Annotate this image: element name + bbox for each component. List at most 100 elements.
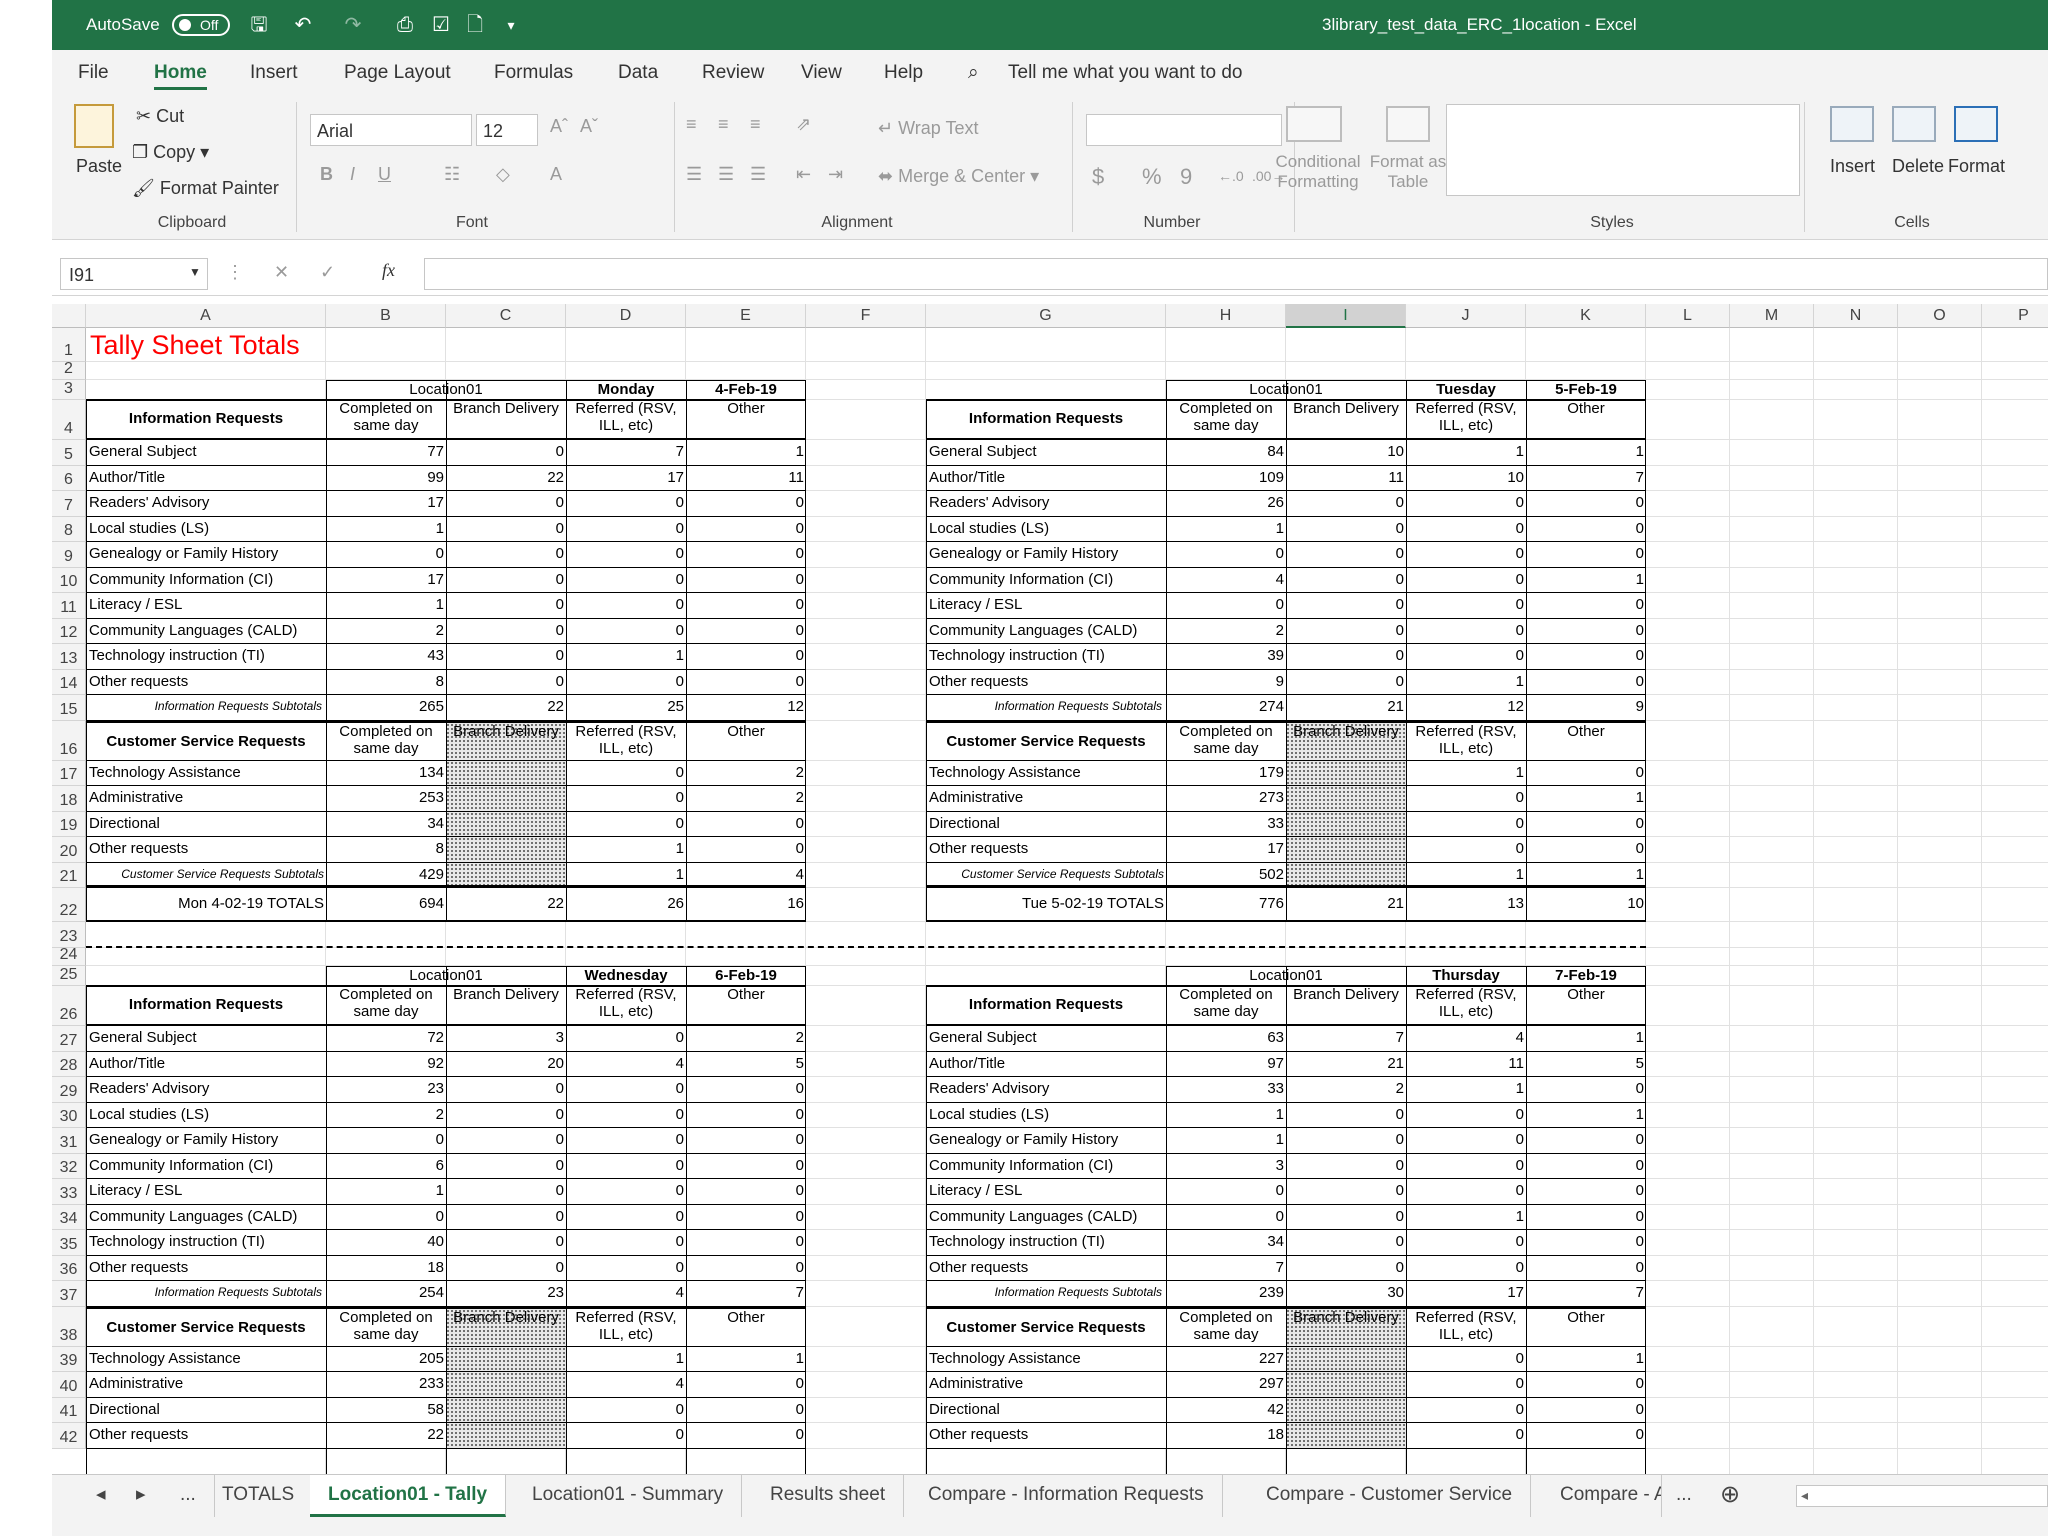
branch-delivery-header[interactable]: Branch Delivery: [1286, 1306, 1406, 1347]
cs-value-cell[interactable]: 4: [566, 1372, 686, 1398]
info-value-cell[interactable]: 0: [1526, 516, 1646, 542]
info-value-cell[interactable]: 1: [1406, 1204, 1526, 1230]
branch-delivery-na-cell[interactable]: [446, 862, 566, 888]
info-value-cell[interactable]: 0: [686, 644, 806, 670]
font-name-box[interactable]: Arial: [310, 114, 472, 146]
row-header-19[interactable]: 19: [52, 811, 86, 837]
sheet-tab-compare-cs[interactable]: Compare - Customer Service: [1248, 1475, 1532, 1517]
sheet-title[interactable]: Tally Sheet Totals: [90, 330, 300, 361]
cancel-entry-button[interactable]: ✕: [274, 262, 289, 283]
sheet-tab-results[interactable]: Results sheet: [752, 1475, 905, 1517]
info-value-cell[interactable]: 17: [326, 491, 446, 517]
info-row-label[interactable]: Literacy / ESL: [86, 593, 326, 619]
branch-delivery-na-cell[interactable]: [1286, 837, 1406, 863]
info-value-cell[interactable]: 40: [326, 1230, 446, 1256]
number-format-box[interactable]: [1086, 114, 1282, 146]
fill-color-icon[interactable]: ◇: [496, 164, 510, 185]
row-header-14[interactable]: 14: [52, 669, 86, 695]
info-value-cell[interactable]: 2: [1286, 1077, 1406, 1103]
info-value-cell[interactable]: 0: [566, 1204, 686, 1230]
info-value-cell[interactable]: 7: [1286, 1026, 1406, 1052]
form-icon[interactable]: ☑: [428, 12, 454, 38]
row-header-20[interactable]: 20: [52, 837, 86, 863]
cs-row-label[interactable]: Other requests: [926, 837, 1166, 863]
info-requests-header[interactable]: Information Requests: [926, 400, 1166, 440]
autosave-toggle[interactable]: Off: [172, 14, 230, 36]
cs-value-cell[interactable]: 0: [566, 811, 686, 837]
info-value-cell[interactable]: 43: [326, 644, 446, 670]
info-value-cell[interactable]: 11: [1286, 465, 1406, 491]
info-value-cell[interactable]: 0: [446, 593, 566, 619]
completed-header[interactable]: Completed on same day: [326, 1306, 446, 1347]
cs-value-cell[interactable]: 0: [566, 786, 686, 812]
info-value-cell[interactable]: 8: [326, 669, 446, 695]
borders-icon[interactable]: ☷: [444, 164, 460, 185]
column-header-h[interactable]: H: [1166, 304, 1286, 328]
info-value-cell[interactable]: 0: [1526, 1255, 1646, 1281]
shrink-font-button[interactable]: Aˇ: [580, 116, 598, 137]
row-header-16[interactable]: 16: [52, 720, 86, 761]
paste-button[interactable]: Paste: [76, 156, 122, 177]
percent-button[interactable]: %: [1142, 164, 1162, 190]
info-value-cell[interactable]: 0: [1166, 1204, 1286, 1230]
referred-header[interactable]: Referred (RSV, ILL, etc): [1406, 720, 1526, 761]
info-row-label[interactable]: Community Languages (CALD): [926, 618, 1166, 644]
font-size-box[interactable]: 12: [476, 114, 538, 146]
info-value-cell[interactable]: 0: [686, 669, 806, 695]
info-value-cell[interactable]: 0: [446, 567, 566, 593]
row-header-21[interactable]: 21: [52, 862, 86, 888]
align-left-icon[interactable]: ☰: [686, 164, 702, 185]
info-value-cell[interactable]: 26: [1166, 491, 1286, 517]
cs-row-label[interactable]: Administrative: [926, 786, 1166, 812]
cs-row-label[interactable]: Administrative: [86, 786, 326, 812]
block-day[interactable]: Wednesday: [566, 966, 686, 986]
cs-value-cell[interactable]: 0: [1526, 1372, 1646, 1398]
info-value-cell[interactable]: 0: [1406, 1153, 1526, 1179]
row-header-4[interactable]: 4: [52, 400, 86, 440]
completed-header[interactable]: Completed on same day: [1166, 1306, 1286, 1347]
row-header-26[interactable]: 26: [52, 986, 86, 1026]
cs-value-cell[interactable]: 1: [1406, 760, 1526, 786]
cs-value-cell[interactable]: 0: [1406, 811, 1526, 837]
cs-value-cell[interactable]: 1: [1526, 786, 1646, 812]
row-header-32[interactable]: 32: [52, 1153, 86, 1179]
info-value-cell[interactable]: 0: [686, 1179, 806, 1205]
branch-delivery-na-cell[interactable]: [446, 837, 566, 863]
info-requests-header[interactable]: Information Requests: [86, 986, 326, 1026]
info-value-cell[interactable]: 99: [326, 465, 446, 491]
info-row-label[interactable]: Local studies (LS): [86, 516, 326, 542]
info-row-label[interactable]: Author/Title: [86, 465, 326, 491]
day-total-cell[interactable]: 13: [1406, 888, 1526, 922]
branch-delivery-na-cell[interactable]: [446, 811, 566, 837]
info-value-cell[interactable]: 6: [326, 1153, 446, 1179]
info-value-cell[interactable]: 0: [686, 1128, 806, 1154]
info-value-cell[interactable]: 0: [1526, 1077, 1646, 1103]
info-row-label[interactable]: Genealogy or Family History: [86, 542, 326, 568]
format-as-table-button[interactable]: Format as Table: [1362, 152, 1454, 192]
info-subtotals-label[interactable]: Information Requests Subtotals: [86, 1281, 326, 1307]
other-header[interactable]: Other: [686, 1306, 806, 1347]
cs-value-cell[interactable]: 0: [566, 1423, 686, 1449]
info-value-cell[interactable]: 0: [1406, 1179, 1526, 1205]
info-row-label[interactable]: Author/Title: [926, 465, 1166, 491]
info-row-label[interactable]: General Subject: [926, 440, 1166, 466]
branch-delivery-header[interactable]: Branch Delivery: [1286, 400, 1406, 440]
info-value-cell[interactable]: 0: [1526, 1179, 1646, 1205]
tab-data[interactable]: Data: [618, 50, 658, 94]
row-header-1[interactable]: 1: [52, 328, 86, 362]
info-value-cell[interactable]: 0: [1406, 491, 1526, 517]
info-value-cell[interactable]: 0: [326, 1128, 446, 1154]
info-subtotals-label[interactable]: Information Requests Subtotals: [926, 695, 1166, 721]
cs-row-label[interactable]: Directional: [926, 811, 1166, 837]
info-value-cell[interactable]: 0: [1406, 567, 1526, 593]
info-value-cell[interactable]: 63: [1166, 1026, 1286, 1052]
branch-delivery-header[interactable]: Branch Delivery: [446, 400, 566, 440]
info-value-cell[interactable]: 0: [446, 1153, 566, 1179]
block-date[interactable]: 4-Feb-19: [686, 380, 806, 400]
row-header-23[interactable]: 23: [52, 922, 86, 948]
cs-value-cell[interactable]: 1: [1526, 1346, 1646, 1372]
cs-row-label[interactable]: Directional: [86, 1397, 326, 1423]
info-subtotals-label[interactable]: Information Requests Subtotals: [926, 1281, 1166, 1307]
info-value-cell[interactable]: 22: [446, 465, 566, 491]
copy-button[interactable]: ❐ Copy ▾: [132, 142, 209, 163]
